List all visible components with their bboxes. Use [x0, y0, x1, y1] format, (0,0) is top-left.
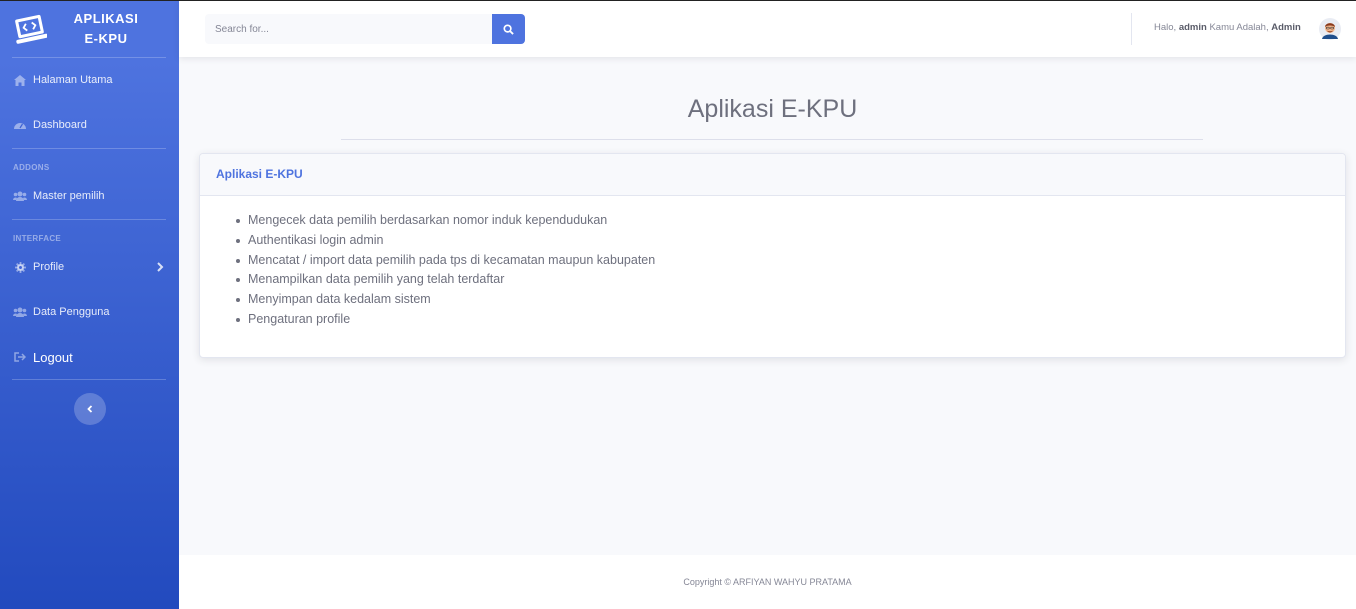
sidebar-toggle-button[interactable]: [74, 393, 106, 425]
list-item: Mengecek data pemilih berdasarkan nomor …: [236, 211, 1345, 231]
users-icon: [13, 190, 27, 202]
window-top-border: [0, 0, 1356, 1]
topbar-divider: [1131, 13, 1132, 45]
avatar[interactable]: [1319, 18, 1341, 40]
brand-title-line1: APLIKASI: [73, 11, 139, 26]
sidebar-item-logout[interactable]: Logout: [0, 344, 179, 370]
search-button[interactable]: [492, 14, 525, 44]
greeting-role: Admin: [1271, 22, 1301, 33]
sidebar-heading-interface: INTERFACE: [13, 234, 62, 243]
gear-icon: [13, 261, 27, 273]
sidebar-item-data-pengguna[interactable]: Data Pengguna: [0, 299, 179, 325]
list-item: Menampilkan data pemilih yang telah terd…: [236, 270, 1345, 290]
chevron-right-icon: [157, 262, 164, 272]
search-input[interactable]: [205, 14, 492, 44]
sidebar-item-profile[interactable]: Profile: [0, 254, 179, 280]
feature-list: Mengecek data pemilih berdasarkan nomor …: [236, 211, 1345, 330]
sidebar-item-label: Halaman Utama: [33, 74, 113, 86]
list-item: Menyimpan data kedalam sistem: [236, 290, 1345, 310]
sign-out-icon: [13, 351, 27, 363]
sidebar-divider: [12, 57, 166, 58]
list-item: Pengaturan profile: [236, 310, 1345, 330]
topbar: Halo, admin Kamu Adalah, Admin: [179, 1, 1356, 57]
user-greeting[interactable]: Halo, admin Kamu Adalah, Admin: [1154, 22, 1301, 33]
page-title: Aplikasi E-KPU: [687, 95, 858, 123]
sidebar-brand[interactable]: APLIKASI E-KPU: [0, 0, 179, 58]
title-divider: [341, 139, 1203, 140]
sidebar-heading-addons: ADDONS: [13, 163, 50, 172]
sidebar-divider: [12, 379, 166, 380]
card-header: Aplikasi E-KPU: [200, 154, 1345, 196]
sidebar-item-label: Dashboard: [33, 119, 87, 131]
home-icon: [13, 74, 27, 86]
sidebar-item-halaman-utama[interactable]: Halaman Utama: [0, 67, 179, 93]
info-card: Aplikasi E-KPU Mengecek data pemilih ber…: [199, 153, 1346, 358]
greeting-prefix: Halo,: [1154, 22, 1177, 33]
chevron-left-icon: [87, 405, 93, 413]
brand-title: APLIKASI E-KPU: [62, 9, 150, 49]
sidebar-item-label: Logout: [33, 349, 73, 365]
users-icon: [13, 306, 27, 318]
sidebar-item-label: Master pemilih: [33, 190, 105, 202]
sidebar-divider: [12, 219, 166, 220]
greeting-middle: Kamu Adalah,: [1209, 22, 1269, 33]
list-item: Mencatat / import data pemilih pada tps …: [236, 251, 1345, 271]
brand-title-line2: E-KPU: [84, 31, 128, 46]
copyright-text: Copyright © ARFIYAN WAHYU PRATAMA: [683, 577, 852, 587]
sidebar: APLIKASI E-KPU Halaman Utama Dashboard A…: [0, 0, 179, 609]
laptop-code-icon: [15, 14, 47, 44]
sidebar-item-master-pemilih[interactable]: Master pemilih: [0, 183, 179, 209]
sidebar-item-label: Data Pengguna: [33, 306, 110, 318]
card-body: Mengecek data pemilih berdasarkan nomor …: [200, 196, 1345, 330]
search-form: [205, 14, 525, 44]
dashboard-icon: [13, 119, 27, 131]
search-icon: [503, 23, 514, 35]
list-item: Authentikasi login admin: [236, 231, 1345, 251]
sidebar-item-label: Profile: [33, 261, 65, 273]
footer: Copyright © ARFIYAN WAHYU PRATAMA: [179, 555, 1356, 609]
sidebar-divider: [12, 148, 166, 149]
sidebar-item-dashboard[interactable]: Dashboard: [0, 112, 179, 138]
greeting-username: admin: [1178, 22, 1207, 33]
